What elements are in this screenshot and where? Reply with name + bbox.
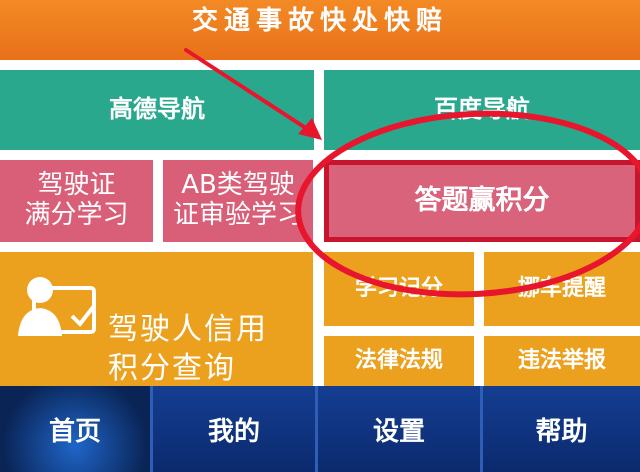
tab-home-label: 首页 bbox=[48, 416, 101, 447]
move-car-label: 挪车提醒 bbox=[517, 276, 606, 302]
accident-quick-claim-banner[interactable]: 交通事故快处快赔 bbox=[0, 0, 640, 60]
bottom-navigation-bar: 首页 我的 设置 帮助 bbox=[0, 386, 640, 472]
baidu-navigation-button[interactable]: 百度导航 bbox=[324, 70, 640, 150]
violation-report-button[interactable]: 违法举报 bbox=[484, 336, 640, 386]
tab-help[interactable]: 帮助 bbox=[480, 386, 640, 472]
ab-license-line1: AB类驾驶 bbox=[181, 170, 295, 201]
ab-license-review-study-button[interactable]: AB类驾驶 证审验学习 bbox=[163, 160, 313, 242]
move-car-reminder-button[interactable]: 挪车提醒 bbox=[484, 252, 640, 326]
banner-title: 交通事故快处快赔 bbox=[191, 6, 448, 37]
laws-label: 法律法规 bbox=[354, 348, 443, 374]
learn-points-button[interactable]: 学习记分 bbox=[324, 252, 474, 326]
tab-mine[interactable]: 我的 bbox=[150, 386, 315, 472]
ab-license-line2: 证审验学习 bbox=[172, 200, 303, 230]
credit-line2: 积分查询 bbox=[108, 351, 236, 386]
tab-home[interactable]: 首页 bbox=[0, 386, 150, 472]
report-label: 违法举报 bbox=[517, 348, 606, 374]
tab-settings[interactable]: 设置 bbox=[315, 386, 480, 472]
license-full-score-line2: 满分学习 bbox=[24, 200, 129, 230]
credit-text-block: 驾驶人信用 积分查询 bbox=[108, 310, 268, 386]
license-full-score-line1: 驾驶证 bbox=[37, 170, 116, 201]
gaode-navigation-label: 高德导航 bbox=[109, 95, 205, 124]
baidu-navigation-label: 百度导航 bbox=[434, 95, 530, 124]
app-screen: 交通事故快处快赔 高德导航 百度导航 驾驶证 满分学习 AB类驾驶 证审验学习 … bbox=[0, 0, 640, 472]
license-full-score-study-button[interactable]: 驾驶证 满分学习 bbox=[0, 160, 153, 242]
quiz-label: 答题赢积分 bbox=[414, 185, 550, 217]
tab-help-label: 帮助 bbox=[535, 416, 588, 447]
tab-settings-label: 设置 bbox=[372, 416, 425, 447]
credit-line1: 驾驶人信用 bbox=[108, 312, 268, 347]
learn-points-label: 学习记分 bbox=[354, 276, 443, 302]
answer-quiz-earn-points-button[interactable]: 答题赢积分 bbox=[324, 160, 640, 242]
user-id-card-icon bbox=[18, 277, 96, 336]
driver-credit-score-query-button[interactable]: 驾驶人信用 积分查询 bbox=[0, 252, 313, 386]
gaode-navigation-button[interactable]: 高德导航 bbox=[0, 70, 314, 150]
tab-mine-label: 我的 bbox=[207, 416, 260, 447]
laws-regulations-button[interactable]: 法律法规 bbox=[324, 336, 474, 386]
